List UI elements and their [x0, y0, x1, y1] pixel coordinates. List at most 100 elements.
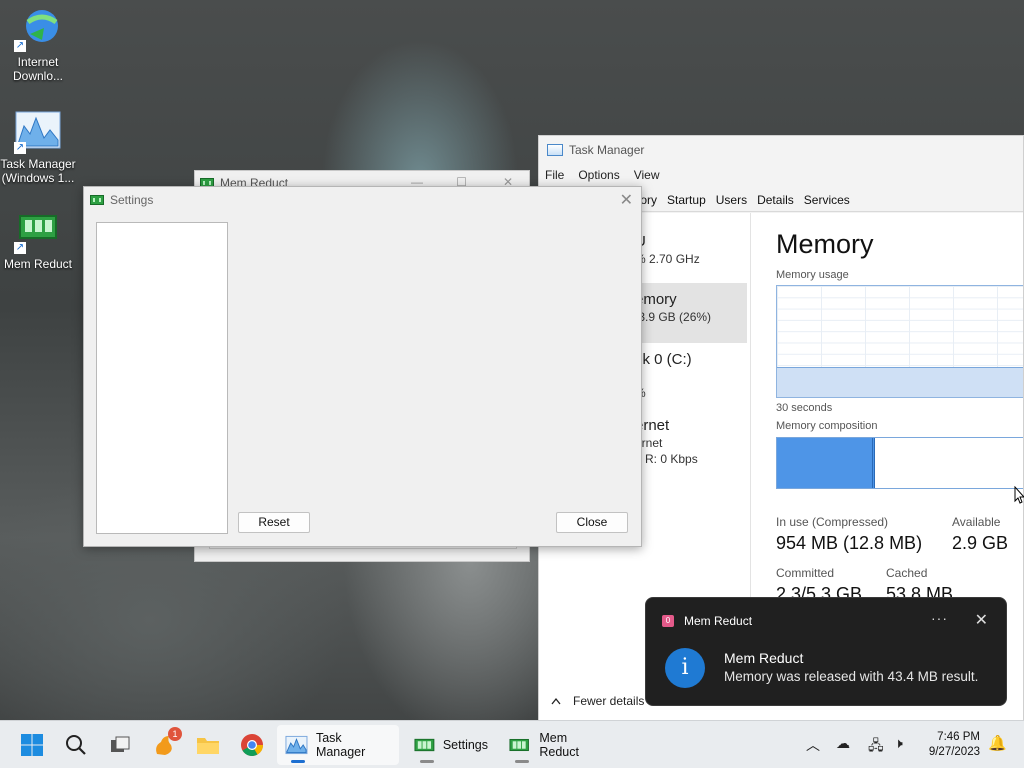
clock-date: 9/27/2023 — [928, 746, 980, 758]
page-title: Memory — [776, 229, 874, 259]
file-explorer-button[interactable] — [192, 729, 224, 761]
desktop-icon-label: Internet — [17, 55, 59, 69]
mem-reduct-app-icon: 0 — [662, 615, 674, 627]
desktop-icon-label: (Windows 1... — [1, 171, 75, 185]
mem-reduct-icon — [509, 738, 529, 752]
notification-count-badge: 1 — [168, 727, 182, 741]
taskbar-app-label: Settings — [442, 738, 488, 752]
desktop-icon-internet-download[interactable]: ↗ Internet Downlo... — [0, 8, 76, 83]
available-value: 2.9 GB — [952, 533, 1009, 553]
settings-dialog: Settings ✕ Reset Close — [83, 186, 642, 547]
memory-composition-bar — [776, 437, 1023, 489]
committed-label: Committed — [776, 566, 835, 580]
toast-heading: Mem Reduct — [724, 650, 804, 666]
settings-category-list[interactable] — [96, 222, 228, 534]
taskbar-app-label: Mem Reduct — [539, 731, 579, 759]
in-use-label: In use (Compressed) — [776, 515, 889, 529]
chevron-up-icon[interactable]: ︿ — [806, 735, 820, 755]
taskbar-app-settings[interactable]: Settings — [406, 725, 496, 765]
sidebar-item-title: ernet — [635, 417, 670, 434]
onedrive-icon[interactable]: ☁ — [836, 735, 850, 752]
toast-app-name: Mem Reduct — [684, 614, 753, 628]
settings-titlebar[interactable]: Settings — [84, 187, 641, 213]
sidebar-item-title: emory — [635, 291, 677, 308]
task-view-icon — [111, 736, 130, 752]
sidebar-item-sub: ernet — [635, 436, 663, 450]
search-icon — [66, 735, 86, 755]
system-clock[interactable]: 7:46 PM 9/27/2023 — [929, 730, 980, 760]
in-use-value: 954 MB (12.8 MB) — [776, 533, 923, 553]
sidebar-item-sub: 0 R: 0 Kbps — [635, 452, 698, 466]
memory-panel: Memory Memory usage 30 seconds Memory co… — [776, 213, 1023, 604]
memory-usage-fill — [777, 367, 1023, 397]
chrome-icon — [241, 734, 263, 756]
notification-bell-icon[interactable]: 🔔 — [988, 734, 1007, 752]
memory-in-use-segment — [777, 438, 875, 488]
chevron-up-icon — [551, 697, 561, 705]
window-title: Settings — [110, 193, 154, 207]
taskbar: 1 Task Manager Settings Mem Reduct ︿ ☁ 🖧… — [0, 720, 1024, 768]
taskbar-app-label: Task Manager — [315, 731, 366, 759]
available-label: Available — [952, 515, 1001, 529]
fewer-details-label: Fewer details — [573, 694, 645, 708]
tab-startup[interactable]: Startup — [663, 188, 710, 211]
memory-usage-graph — [776, 285, 1023, 398]
toast-app-header: 0 Mem Reduct — [662, 614, 752, 628]
mem-reduct-icon — [414, 738, 435, 752]
network-icon[interactable]: 🖧 — [868, 735, 884, 759]
tab-users[interactable]: Users — [712, 188, 751, 211]
info-icon: i — [665, 648, 705, 688]
internet-download-manager-icon: ↗ — [14, 8, 62, 52]
volume-muted-icon[interactable]: 🕨 — [894, 735, 903, 752]
notification-toast[interactable]: 0 Mem Reduct ··· ✕ i Mem Reduct Memory w… — [645, 597, 1007, 706]
tab-services[interactable]: Services — [800, 188, 854, 211]
memory-usage-label: Memory usage — [776, 269, 849, 281]
task-view-button[interactable] — [104, 729, 136, 761]
fewer-details-button[interactable]: Fewer details — [551, 694, 644, 708]
desktop-icon-mem-reduct[interactable]: ↗ Mem Reduct — [0, 210, 76, 271]
cached-label: Cached — [886, 566, 928, 580]
mem-reduct-title-icon — [90, 195, 104, 205]
start-button[interactable] — [16, 729, 48, 761]
desktop-icon-label: Task Manager — [0, 157, 76, 171]
chrome-button[interactable] — [236, 729, 268, 761]
sidebar-item-sub: % — [635, 386, 747, 400]
window-title: Task Manager — [569, 143, 645, 157]
graph-time-label: 30 seconds — [776, 402, 833, 414]
taskbar-app-mem-reduct[interactable]: Mem Reduct — [501, 725, 613, 765]
mouse-cursor-icon — [1014, 486, 1024, 504]
widget-app-button[interactable]: 1 — [148, 727, 182, 761]
menu-file[interactable]: File — [545, 168, 564, 182]
windows-start-icon — [21, 734, 43, 756]
close-button[interactable]: Close — [556, 512, 628, 533]
sidebar-item-sub: /3.9 GB (26%) — [635, 310, 712, 324]
sidebar-item-title: U — [635, 233, 747, 250]
clock-time: 7:46 PM — [937, 731, 980, 743]
task-manager-titlebar[interactable]: Task Manager — [539, 136, 1023, 164]
search-button[interactable] — [60, 729, 92, 761]
menu-bar: File Options View — [539, 164, 1023, 186]
close-icon[interactable]: ✕ — [620, 190, 633, 210]
mem-reduct-icon: ↗ — [14, 210, 62, 254]
menu-options[interactable]: Options — [578, 168, 619, 182]
sidebar-item-title: sk 0 (C:) — [635, 351, 692, 368]
sidebar-item-sub — [635, 370, 747, 384]
desktop-icon-label: Mem Reduct — [3, 257, 73, 271]
running-indicator — [420, 760, 434, 763]
menu-view[interactable]: View — [634, 168, 660, 182]
taskbar-app-task-manager[interactable]: Task Manager — [277, 725, 399, 765]
task-manager-title-icon — [547, 144, 563, 156]
sidebar-item-sub: % 2.70 GHz — [635, 252, 700, 266]
memory-composition-label: Memory composition — [776, 420, 878, 432]
close-icon[interactable]: ✕ — [975, 610, 988, 630]
folder-icon — [197, 738, 219, 754]
task-manager-icon — [285, 735, 308, 755]
more-options-icon[interactable]: ··· — [931, 610, 948, 626]
reset-button[interactable]: Reset — [238, 512, 310, 533]
desktop-icon-task-manager[interactable]: ↗ Task Manager (Windows 1... — [0, 110, 76, 185]
tab-details[interactable]: Details — [753, 188, 798, 211]
running-indicator — [515, 760, 529, 763]
desktop-icon-label: Downlo... — [12, 69, 64, 83]
task-manager-icon: ↗ — [14, 110, 62, 154]
active-indicator — [291, 760, 305, 763]
